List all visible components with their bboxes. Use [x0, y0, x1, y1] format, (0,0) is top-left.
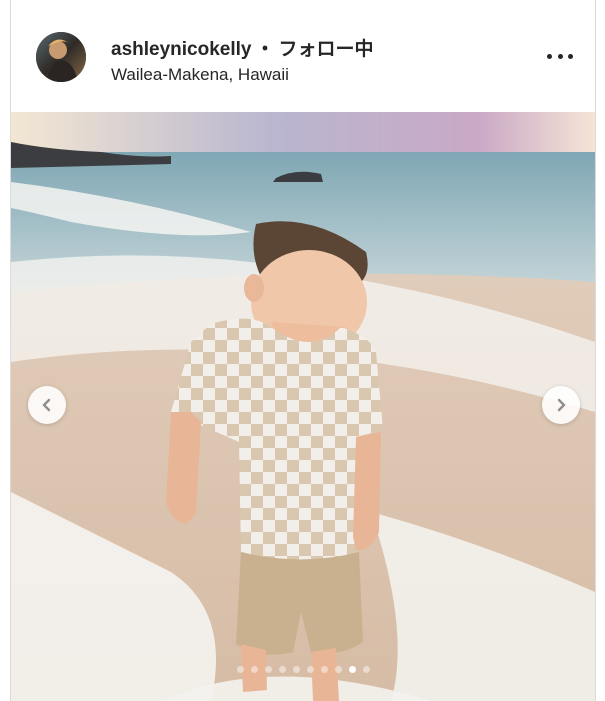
carousel-dot — [306, 666, 314, 673]
username-link[interactable]: ashleynicokelly — [111, 39, 251, 60]
location-link[interactable]: Wailea-Makena, Hawaii — [111, 65, 289, 85]
chevron-left-icon — [42, 398, 51, 412]
more-dot — [568, 53, 573, 59]
avatar[interactable] — [36, 32, 86, 82]
carousel-dot — [292, 666, 300, 673]
carousel-dot — [362, 666, 370, 673]
post-header: ashleynicokelly ・フォロー中 Wailea-Makena, Haw… — [11, 0, 595, 113]
instagram-post: ashleynicokelly ・フォロー中 Wailea-Makena, Haw… — [10, 0, 596, 701]
post-photo[interactable] — [11, 112, 595, 701]
carousel-prev-button[interactable] — [28, 386, 66, 424]
carousel-dot — [320, 666, 328, 673]
more-options-icon[interactable] — [543, 44, 577, 68]
carousel-next-button[interactable] — [542, 386, 580, 424]
carousel-dot — [264, 666, 272, 673]
carousel-dot — [236, 666, 244, 673]
carousel-dot — [278, 666, 286, 673]
carousel-indicator — [11, 666, 595, 673]
separator: ・ — [255, 39, 275, 60]
carousel-dot — [348, 666, 356, 673]
beach-photo-illustration — [11, 112, 595, 701]
more-dot — [557, 53, 563, 59]
carousel-dot — [334, 666, 342, 673]
follow-status-button[interactable]: フォロー中 — [278, 39, 373, 60]
carousel-dot — [250, 666, 258, 673]
more-dot — [547, 53, 552, 59]
header-title-line: ashleynicokelly ・フォロー中 — [111, 34, 374, 61]
chevron-right-icon — [557, 398, 566, 412]
